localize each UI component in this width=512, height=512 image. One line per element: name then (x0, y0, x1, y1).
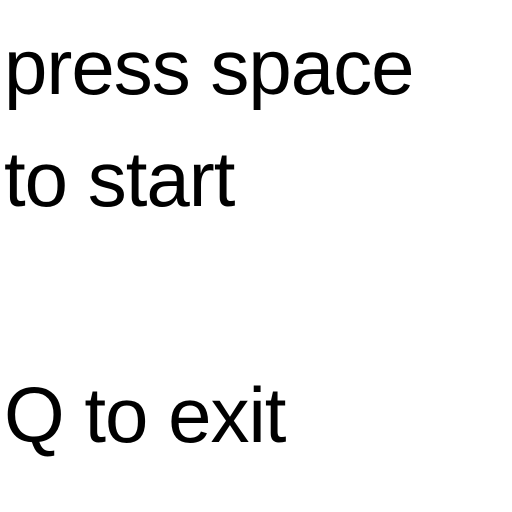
start-prompt-line-2: to start (4, 135, 235, 223)
game-start-screen: press space to start Q to exit (0, 0, 512, 512)
start-prompt-line-1: press space (4, 23, 415, 111)
exit-prompt: Q to exit (4, 371, 286, 459)
